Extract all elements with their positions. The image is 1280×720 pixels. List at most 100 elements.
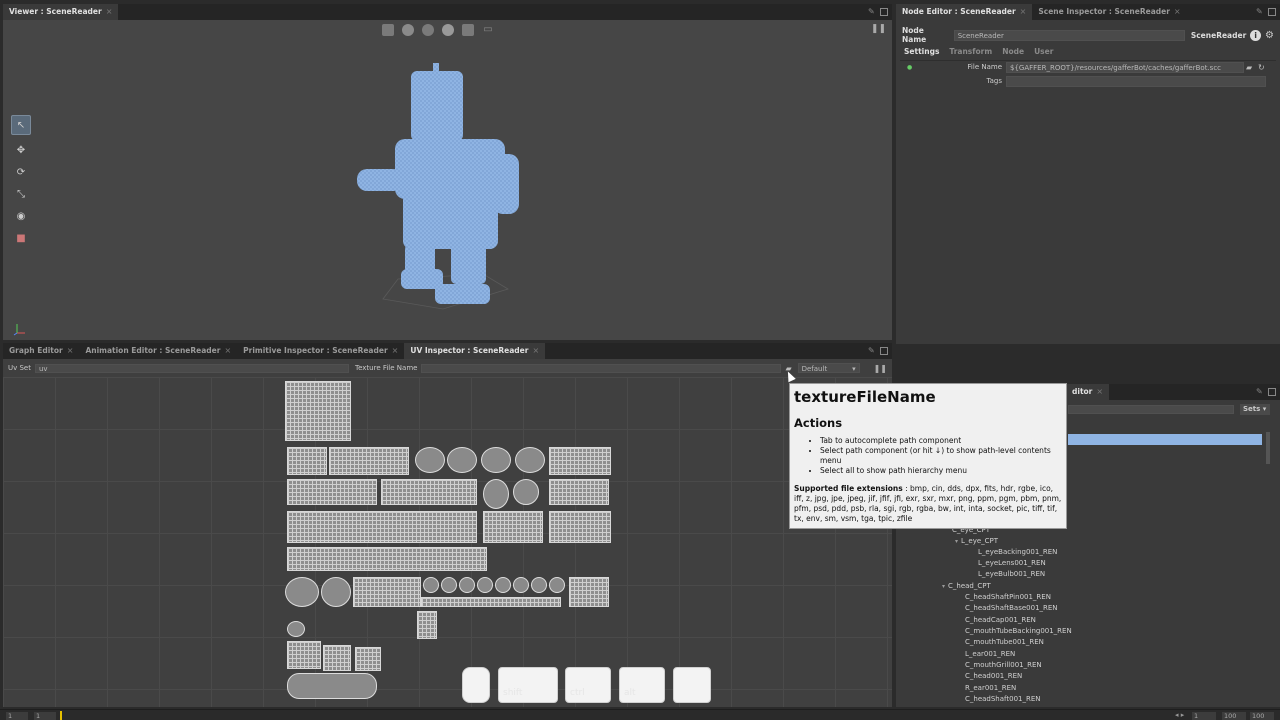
viewer-tabbar: Viewer : SceneReader × ✎ bbox=[3, 4, 892, 20]
tab-graph-editor-label: Graph Editor bbox=[9, 346, 63, 355]
mouse-icon bbox=[462, 667, 490, 703]
gear-icon[interactable]: ⚙ bbox=[1265, 30, 1274, 41]
pin-icon[interactable]: ✎ bbox=[868, 8, 875, 16]
pause-icon[interactable]: ❚❚ bbox=[874, 364, 887, 373]
end-frame-field-c[interactable]: 100 bbox=[1250, 712, 1274, 720]
display-mode-dropdown[interactable]: Default ▾ bbox=[797, 363, 860, 373]
refresh-icon[interactable]: ↻ bbox=[1258, 63, 1265, 72]
tree-item[interactable]: L_eyeLens001_REN bbox=[978, 559, 1046, 567]
uv-island bbox=[323, 645, 351, 671]
pin-icon[interactable]: ✎ bbox=[1256, 388, 1263, 396]
pin-icon[interactable]: ✎ bbox=[1256, 8, 1263, 16]
expand-icon[interactable]: ▭ bbox=[482, 24, 494, 36]
uv-layout-view[interactable] bbox=[3, 377, 892, 707]
tree-item[interactable]: C_headCap001_REN bbox=[965, 616, 1036, 624]
layout-menu-icon[interactable] bbox=[1268, 8, 1276, 16]
tree-item[interactable]: C_mouthGrill001_REN bbox=[965, 661, 1042, 669]
selected-row[interactable] bbox=[1068, 434, 1262, 445]
display-icon[interactable] bbox=[402, 24, 414, 36]
end-frame-field-b[interactable]: 100 bbox=[1222, 712, 1246, 720]
close-icon[interactable]: × bbox=[224, 343, 231, 359]
node-name-field[interactable]: SceneReader bbox=[953, 29, 1185, 41]
tree-item[interactable]: C_head001_REN bbox=[965, 672, 1022, 680]
close-icon[interactable]: × bbox=[392, 343, 399, 359]
node-editor-panel: Node Editor : SceneReader × Scene Inspec… bbox=[896, 4, 1280, 344]
uv-island bbox=[481, 447, 511, 473]
subtab-transform[interactable]: Transform bbox=[949, 47, 1002, 56]
tab-node-editor[interactable]: Node Editor : SceneReader × bbox=[896, 4, 1033, 20]
tab-graph-editor[interactable]: Graph Editor × bbox=[3, 343, 79, 359]
tree-item[interactable]: C_headShaftBase001_REN bbox=[965, 604, 1058, 612]
tags-field[interactable] bbox=[1006, 75, 1266, 87]
select-tool-icon[interactable]: ↖ bbox=[11, 115, 31, 135]
tags-label: Tags bbox=[986, 77, 1003, 85]
close-icon[interactable]: × bbox=[106, 4, 113, 20]
tree-item[interactable]: C_mouthTubeBacking001_REN bbox=[965, 627, 1072, 635]
tree-item[interactable]: ▾ C_head_CPT bbox=[942, 582, 991, 590]
uv-island bbox=[285, 381, 351, 441]
subtab-node[interactable]: Node bbox=[1002, 47, 1034, 56]
snapshot-icon[interactable] bbox=[462, 24, 474, 36]
sphere-icon[interactable] bbox=[442, 24, 454, 36]
sets-dropdown[interactable]: Sets ▾ bbox=[1240, 404, 1270, 415]
scrollbar[interactable] bbox=[1266, 432, 1270, 464]
subtab-settings[interactable]: Settings bbox=[904, 47, 949, 56]
close-icon[interactable]: × bbox=[67, 343, 74, 359]
close-icon[interactable]: × bbox=[1020, 4, 1027, 20]
tree-item[interactable]: R_ear001_REN bbox=[965, 684, 1016, 692]
chevron-down-icon: ▾ bbox=[852, 365, 856, 373]
uv-island bbox=[447, 447, 477, 473]
subtab-user[interactable]: User bbox=[1034, 47, 1063, 56]
translate-tool-icon[interactable]: ✥ bbox=[11, 143, 31, 157]
uv-island bbox=[287, 479, 377, 505]
folder-icon[interactable]: ▰ bbox=[1246, 63, 1252, 72]
close-icon[interactable]: × bbox=[1174, 4, 1181, 20]
crop-tool-icon[interactable]: ■ bbox=[11, 231, 31, 245]
pin-icon[interactable]: ✎ bbox=[868, 347, 875, 355]
start-frame-field[interactable]: 1 bbox=[6, 712, 28, 720]
tree-item[interactable]: C_headShaft001_REN bbox=[965, 695, 1041, 703]
search-input[interactable] bbox=[1068, 405, 1234, 414]
pause-icon[interactable]: ❚❚ bbox=[871, 24, 886, 34]
tree-item[interactable]: L_eyeBulb001_REN bbox=[978, 570, 1045, 578]
robot-model[interactable] bbox=[343, 59, 533, 319]
tree-item[interactable]: L_eyeBacking001_REN bbox=[978, 548, 1057, 556]
uv-set-field[interactable]: uv bbox=[35, 363, 349, 373]
tab-hierarchy-label: ditor bbox=[1072, 387, 1093, 396]
extra-key bbox=[673, 667, 711, 703]
current-frame-field[interactable]: 1 bbox=[34, 712, 56, 720]
uv-island bbox=[441, 577, 457, 593]
tab-hierarchy[interactable]: ditor × bbox=[1066, 384, 1110, 400]
playhead[interactable] bbox=[60, 711, 62, 720]
file-name-field[interactable]: ${GAFFER_ROOT}/resources/gafferBot/cache… bbox=[1006, 61, 1244, 73]
tree-item[interactable]: C_headShaftPin001_REN bbox=[965, 593, 1051, 601]
texture-file-field[interactable] bbox=[421, 363, 782, 373]
close-icon[interactable]: × bbox=[1096, 384, 1103, 400]
tab-primitive-inspector[interactable]: Primitive Inspector : SceneReader × bbox=[237, 343, 404, 359]
layout-menu-icon[interactable] bbox=[1268, 388, 1276, 396]
camera-icon[interactable] bbox=[382, 24, 394, 36]
rotate-tool-icon[interactable]: ⟳ bbox=[11, 165, 31, 179]
close-icon[interactable]: × bbox=[532, 343, 539, 359]
scale-tool-icon[interactable]: ⤡ bbox=[11, 187, 31, 201]
shading-icon[interactable] bbox=[422, 24, 434, 36]
tab-viewer[interactable]: Viewer : SceneReader × bbox=[3, 4, 119, 20]
uv-island bbox=[321, 577, 351, 607]
tree-item[interactable]: L_ear001_REN bbox=[965, 650, 1015, 658]
uv-island bbox=[287, 511, 477, 543]
camera-tool-icon[interactable]: ◉ bbox=[11, 209, 31, 223]
playback-controls[interactable]: ◂ ▸ bbox=[1175, 711, 1184, 719]
info-icon[interactable]: i bbox=[1250, 29, 1262, 41]
tab-uv-inspector[interactable]: UV Inspector : SceneReader × bbox=[404, 343, 546, 359]
tree-item[interactable]: C_mouthTube001_REN bbox=[965, 638, 1044, 646]
end-frame-field-a[interactable]: 1 bbox=[1192, 712, 1216, 720]
tab-animation-editor[interactable]: Animation Editor : SceneReader × bbox=[79, 343, 237, 359]
layout-menu-icon[interactable] bbox=[880, 8, 888, 16]
uv-toolbar: Uv Set uv Texture File Name ▰ Default ▾ … bbox=[3, 361, 892, 375]
tree-item[interactable]: ▾ L_eye_CPT bbox=[955, 537, 998, 545]
layout-menu-icon[interactable] bbox=[880, 347, 888, 355]
uv-island bbox=[421, 597, 561, 607]
sets-label: Sets bbox=[1243, 405, 1261, 413]
tooltip-actions-heading: Actions bbox=[794, 416, 843, 430]
tab-scene-inspector[interactable]: Scene Inspector : SceneReader × bbox=[1032, 4, 1186, 20]
